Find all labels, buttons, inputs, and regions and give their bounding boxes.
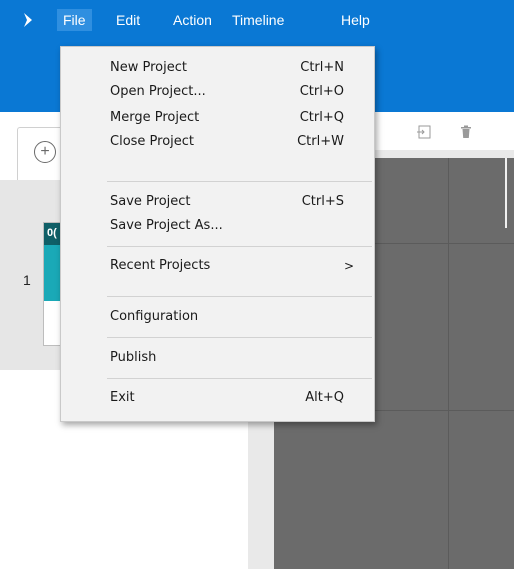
menu-item-label: Save Project	[110, 194, 191, 209]
menu-action[interactable]: Action	[167, 9, 218, 31]
menu-separator	[107, 337, 372, 338]
canvas-grid-line	[448, 158, 449, 569]
menu-help[interactable]: Help	[335, 9, 376, 31]
menu-item-label: Save Project As...	[110, 218, 223, 233]
menu-item-label: Exit	[110, 390, 135, 405]
menu-item-publish[interactable]: Publish	[61, 346, 374, 370]
menu-separator	[107, 296, 372, 297]
menu-file[interactable]: File	[57, 9, 92, 31]
menu-item-save-project-as[interactable]: Save Project As...	[61, 214, 374, 238]
menu-item-label: Open Project...	[110, 84, 206, 99]
canvas-edge-marker	[505, 158, 507, 228]
menu-item-shortcut: Ctrl+Q	[299, 110, 344, 125]
menu-item-exit[interactable]: Exit Alt+Q	[61, 386, 374, 410]
menu-item-label: Merge Project	[110, 110, 200, 125]
menu-item-label: Close Project	[110, 134, 195, 149]
menu-separator	[107, 378, 372, 379]
menu-item-label: Recent Projects	[110, 258, 211, 273]
menu-item-configuration[interactable]: Configuration	[61, 305, 374, 329]
add-circle-button[interactable]: +	[34, 141, 56, 163]
app-logo-icon[interactable]	[22, 12, 34, 28]
menu-item-new-project[interactable]: New Project Ctrl+N	[61, 56, 374, 80]
menu-bar: File Edit Action Timeline Help	[0, 0, 514, 40]
menu-item-label: Configuration	[110, 309, 199, 324]
menu-item-recent-projects[interactable]: Recent Projects >	[61, 254, 374, 278]
menu-edit[interactable]: Edit	[110, 9, 146, 31]
menu-item-close-project[interactable]: Close Project Ctrl+W	[61, 130, 374, 154]
menu-timeline[interactable]: Timeline	[226, 9, 290, 31]
menu-item-label: New Project	[110, 60, 187, 75]
menu-separator	[107, 246, 372, 247]
menu-item-shortcut: Alt+Q	[305, 390, 344, 405]
chevron-right-icon: >	[343, 259, 354, 273]
file-menu-dropdown: New Project Ctrl+N Open Project... Ctrl+…	[60, 46, 375, 422]
import-icon[interactable]	[416, 124, 432, 140]
menu-item-label: Publish	[110, 350, 157, 365]
menu-item-shortcut: Ctrl+O	[299, 84, 344, 99]
menu-item-merge-project[interactable]: Merge Project Ctrl+Q	[61, 106, 374, 130]
menu-item-shortcut: Ctrl+W	[297, 134, 344, 149]
thumb-text: 0(	[47, 227, 57, 239]
menu-item-shortcut: Ctrl+N	[300, 60, 344, 75]
row-number: 1	[23, 272, 31, 288]
menu-item-save-project[interactable]: Save Project Ctrl+S	[61, 190, 374, 214]
menu-separator	[107, 181, 372, 182]
trash-icon[interactable]	[458, 124, 474, 140]
menu-item-shortcut: Ctrl+S	[301, 194, 344, 209]
menu-item-open-project[interactable]: Open Project... Ctrl+O	[61, 80, 374, 104]
